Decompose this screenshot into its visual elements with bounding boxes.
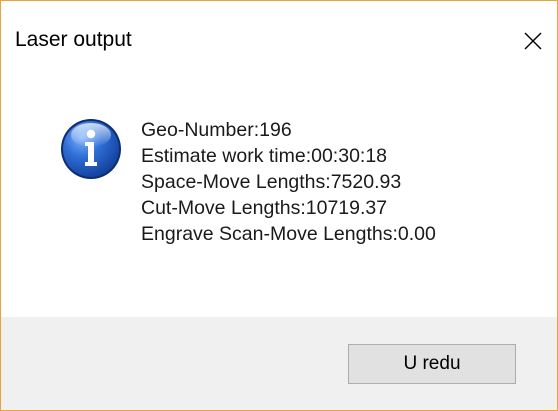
message-area: Geo-Number:196 Estimate work time:00:30:… bbox=[1, 79, 557, 317]
ok-button[interactable]: U redu bbox=[348, 344, 516, 384]
engrave-scan-length-text: Engrave Scan-Move Lengths:0.00 bbox=[141, 223, 436, 245]
space-move-length-text: Space-Move Lengths:7520.93 bbox=[141, 171, 402, 193]
close-button[interactable] bbox=[509, 17, 557, 65]
info-icon bbox=[61, 119, 121, 179]
close-icon bbox=[524, 32, 542, 50]
message-dialog: Laser output Geo-Number:196 Estimate wor… bbox=[0, 0, 558, 411]
work-time-text: Estimate work time:00:30:18 bbox=[141, 145, 388, 167]
window-title: Laser output bbox=[15, 28, 132, 51]
message-text: Geo-Number:196 Estimate work time:00:30:… bbox=[141, 117, 436, 247]
cut-move-length-text: Cut-Move Lengths:10719.37 bbox=[141, 197, 388, 219]
title-bar[interactable]: Laser output bbox=[1, 1, 557, 79]
button-bar: U redu bbox=[1, 317, 557, 410]
geo-number-text: Geo-Number:196 bbox=[141, 119, 292, 141]
